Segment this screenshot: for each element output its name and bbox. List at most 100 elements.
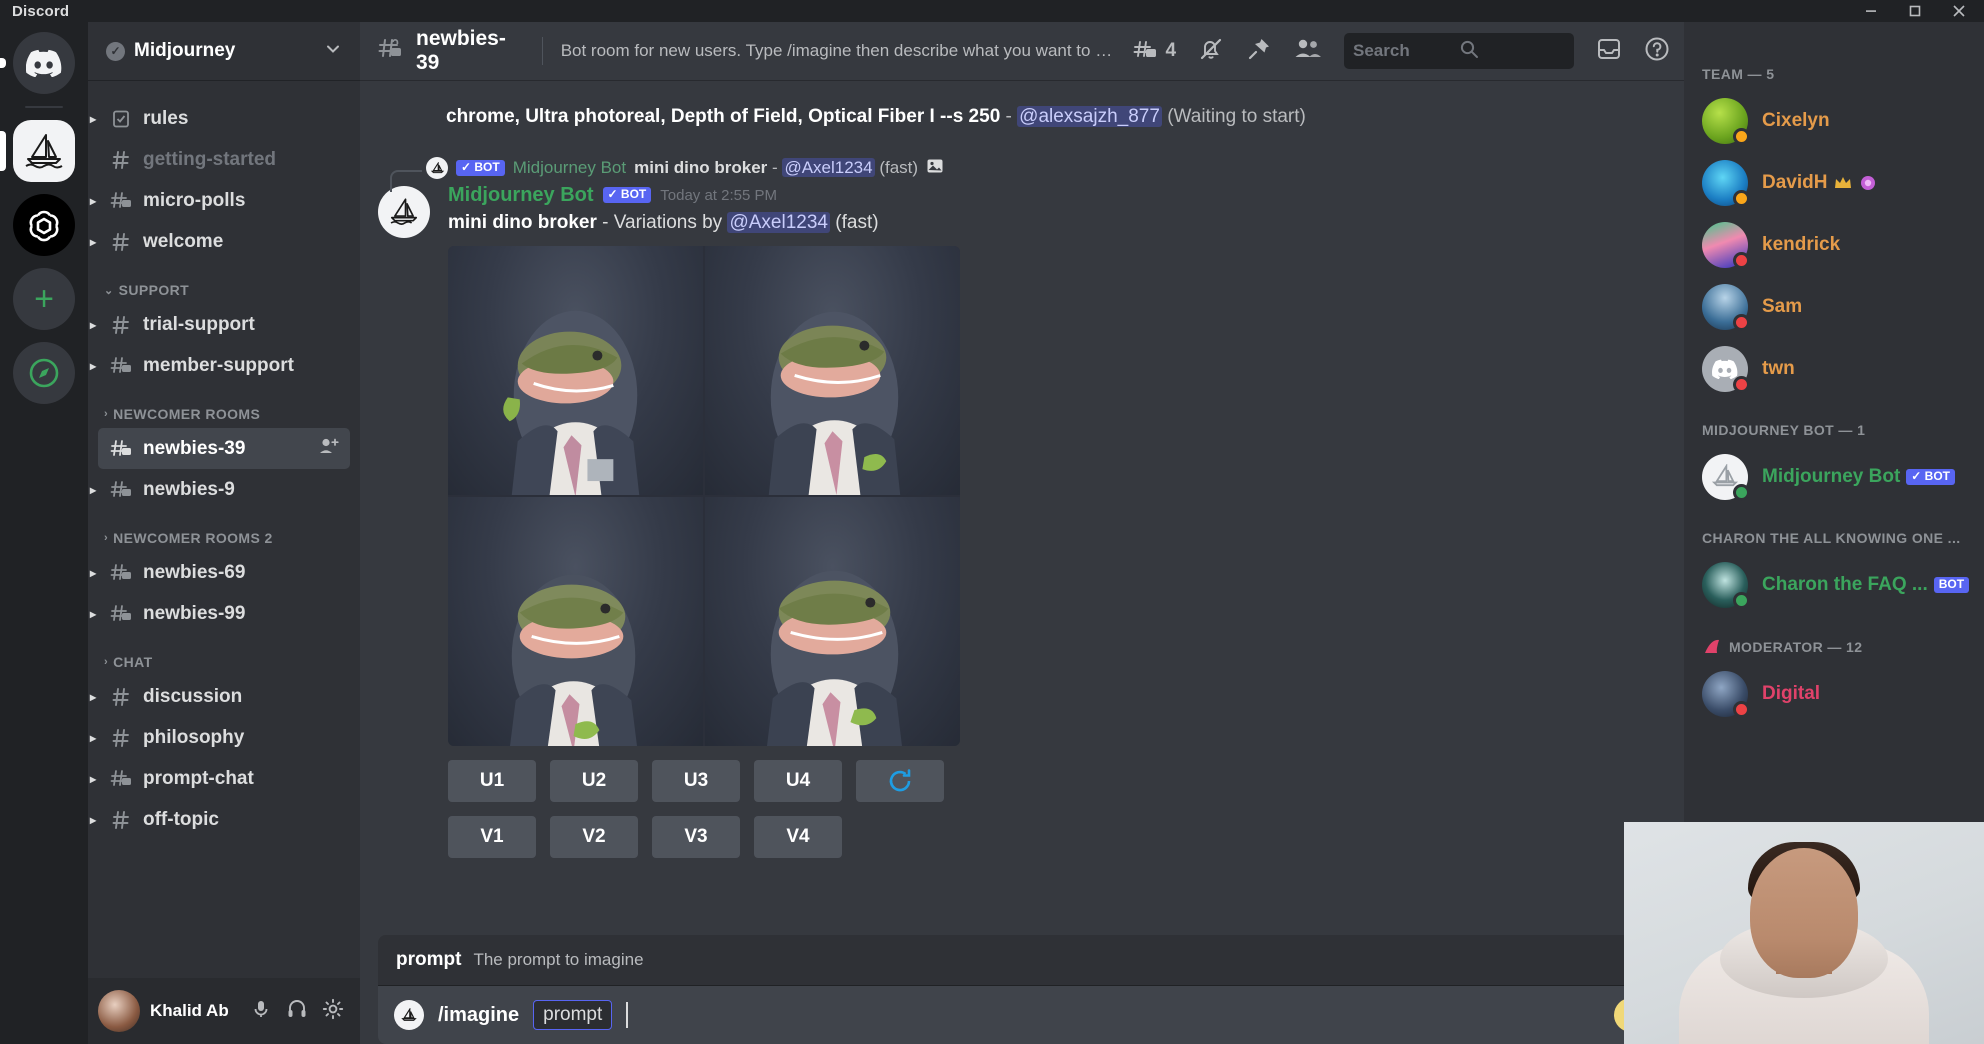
thread-expand-icon[interactable]: ▸: [90, 690, 102, 704]
variation-button-v1[interactable]: V1: [448, 816, 536, 858]
headset-icon[interactable]: [286, 998, 308, 1025]
thread-expand-icon[interactable]: ▸: [90, 194, 102, 208]
thread-expand-icon[interactable]: ▸: [90, 813, 102, 827]
avatar[interactable]: [426, 157, 448, 179]
generated-image-1[interactable]: [448, 246, 703, 495]
variation-button-v2[interactable]: V2: [550, 816, 638, 858]
avatar[interactable]: [1702, 346, 1748, 392]
minimize-icon[interactable]: [1862, 2, 1880, 20]
member-row-kendrick[interactable]: kendrick: [1684, 214, 1984, 276]
command-option-chip[interactable]: prompt: [533, 1000, 612, 1030]
avatar[interactable]: [98, 990, 140, 1032]
upscale-button-u1[interactable]: U1: [448, 760, 536, 802]
thread-expand-icon[interactable]: ▸: [90, 359, 102, 373]
sidebar-channel-micro-polls[interactable]: ▸ micro-polls: [98, 180, 350, 221]
category-newcomer-rooms-2[interactable]: › NEWCOMER ROOMS 2: [88, 510, 360, 552]
status-dnd-icon: [1733, 314, 1750, 331]
microphone-icon[interactable]: [250, 998, 272, 1025]
variation-button-v3[interactable]: V3: [652, 816, 740, 858]
maximize-icon[interactable]: [1906, 2, 1924, 20]
help-icon[interactable]: [1644, 36, 1670, 67]
sidebar-channel-member-support[interactable]: ▸ member-support: [98, 345, 350, 386]
category-chat[interactable]: › CHAT: [88, 634, 360, 676]
member-row-davidh[interactable]: DavidH: [1684, 152, 1984, 214]
category-newcomer-rooms[interactable]: › NEWCOMER ROOMS: [88, 386, 360, 428]
sidebar-channel-newbies-69[interactable]: ▸ newbies-69: [98, 552, 350, 593]
thread-expand-icon[interactable]: ▸: [90, 112, 102, 126]
search-input[interactable]: Search: [1344, 33, 1574, 69]
members-icon[interactable]: [1294, 37, 1322, 66]
avatar[interactable]: [1702, 671, 1748, 717]
member-row-sam[interactable]: Sam: [1684, 276, 1984, 338]
chevron-down-icon[interactable]: [324, 40, 342, 63]
thread-expand-icon[interactable]: ▸: [90, 318, 102, 332]
guild-openai[interactable]: [13, 194, 75, 256]
member-row-digital[interactable]: Digital: [1684, 663, 1984, 725]
generated-image-2[interactable]: [705, 246, 960, 495]
message-author[interactable]: Midjourney Bot: [448, 184, 594, 207]
sidebar-channel-off-topic[interactable]: ▸ off-topic: [98, 799, 350, 840]
sidebar-channel-rules[interactable]: ▸ rules: [98, 98, 350, 139]
upscale-button-u4[interactable]: U4: [754, 760, 842, 802]
reply-context[interactable]: ✓ BOT Midjourney Bot mini dino broker - …: [426, 157, 1664, 180]
reroll-button[interactable]: [856, 760, 944, 802]
slash-command-autocomplete[interactable]: prompt The prompt to imagine: [378, 935, 1664, 986]
upscale-button-u3[interactable]: U3: [652, 760, 740, 802]
add-member-icon[interactable]: [318, 436, 340, 462]
sidebar-channel-welcome[interactable]: ▸ welcome: [98, 221, 350, 262]
sidebar-channel-trial-support[interactable]: ▸ trial-support: [98, 304, 350, 345]
reply-author[interactable]: Midjourney Bot: [513, 158, 626, 178]
pin-icon[interactable]: [1246, 36, 1272, 67]
mention-axel1234[interactable]: @Axel1234: [727, 212, 830, 233]
thread-expand-icon[interactable]: ▸: [90, 566, 102, 580]
discord-logo-icon: [26, 49, 62, 77]
generated-image-4[interactable]: [705, 497, 960, 746]
avatar[interactable]: [1702, 222, 1748, 268]
channel-list[interactable]: ▸ rules getting-started ▸ micro-polls: [88, 80, 360, 978]
thread-expand-icon[interactable]: ▸: [90, 235, 102, 249]
avatar[interactable]: [378, 186, 430, 238]
generated-image-grid[interactable]: [448, 246, 960, 746]
avatar[interactable]: [1702, 160, 1748, 206]
sidebar-channel-discussion[interactable]: ▸ discussion: [98, 676, 350, 717]
avatar[interactable]: [1702, 284, 1748, 330]
mention-alexsajzh[interactable]: @alexsajzh_877: [1017, 106, 1162, 127]
members-sidebar[interactable]: TEAM — 5 Cixelyn DavidH: [1684, 22, 1984, 1044]
category-support[interactable]: ⌄ SUPPORT: [88, 262, 360, 304]
generated-image-3[interactable]: [448, 497, 703, 746]
bell-muted-icon[interactable]: [1198, 36, 1224, 67]
thread-expand-icon[interactable]: ▸: [90, 731, 102, 745]
guild-discord-home[interactable]: [13, 32, 75, 94]
message-input[interactable]: /imagine prompt: [378, 986, 1664, 1044]
add-server-button[interactable]: +: [13, 268, 75, 330]
avatar[interactable]: [1702, 562, 1748, 608]
mention-axel1234[interactable]: @Axel1234: [782, 158, 874, 177]
member-row-midjourney-bot[interactable]: Midjourney Bot ✓ BOT: [1684, 446, 1984, 508]
upscale-button-u2[interactable]: U2: [550, 760, 638, 802]
sidebar-channel-philosophy[interactable]: ▸ philosophy: [98, 717, 350, 758]
member-row-charon[interactable]: Charon the FAQ ... BOT: [1684, 554, 1984, 616]
sidebar-channel-newbies-39[interactable]: newbies-39: [98, 428, 350, 469]
sidebar-channel-prompt-chat[interactable]: ▸ prompt-chat: [98, 758, 350, 799]
member-row-cixelyn[interactable]: Cixelyn: [1684, 90, 1984, 152]
channel-topic[interactable]: Bot room for new users. Type /imagine th…: [561, 41, 1122, 61]
thread-expand-icon[interactable]: ▸: [90, 772, 102, 786]
inbox-icon[interactable]: [1596, 36, 1622, 67]
gear-icon[interactable]: [322, 998, 344, 1025]
guild-midjourney[interactable]: [13, 120, 75, 182]
sidebar-channel-getting-started[interactable]: getting-started: [98, 139, 350, 180]
avatar[interactable]: [1702, 98, 1748, 144]
thread-expand-icon[interactable]: ▸: [90, 607, 102, 621]
variation-button-v4[interactable]: V4: [754, 816, 842, 858]
avatar[interactable]: [1702, 454, 1748, 500]
member-row-twn[interactable]: twn: [1684, 338, 1984, 400]
explore-servers-button[interactable]: [13, 342, 75, 404]
user-panel[interactable]: Khalid Ab: [88, 978, 360, 1044]
threads-button[interactable]: 4: [1133, 39, 1176, 63]
message-list[interactable]: chrome, Ultra photoreal, Depth of Field,…: [360, 80, 1684, 935]
sidebar-channel-newbies-9[interactable]: ▸ newbies-9: [98, 469, 350, 510]
close-icon[interactable]: [1950, 2, 1968, 20]
thread-expand-icon[interactable]: ▸: [90, 483, 102, 497]
server-header[interactable]: ✓ Midjourney: [88, 22, 360, 80]
sidebar-channel-newbies-99[interactable]: ▸ newbies-99: [98, 593, 350, 634]
